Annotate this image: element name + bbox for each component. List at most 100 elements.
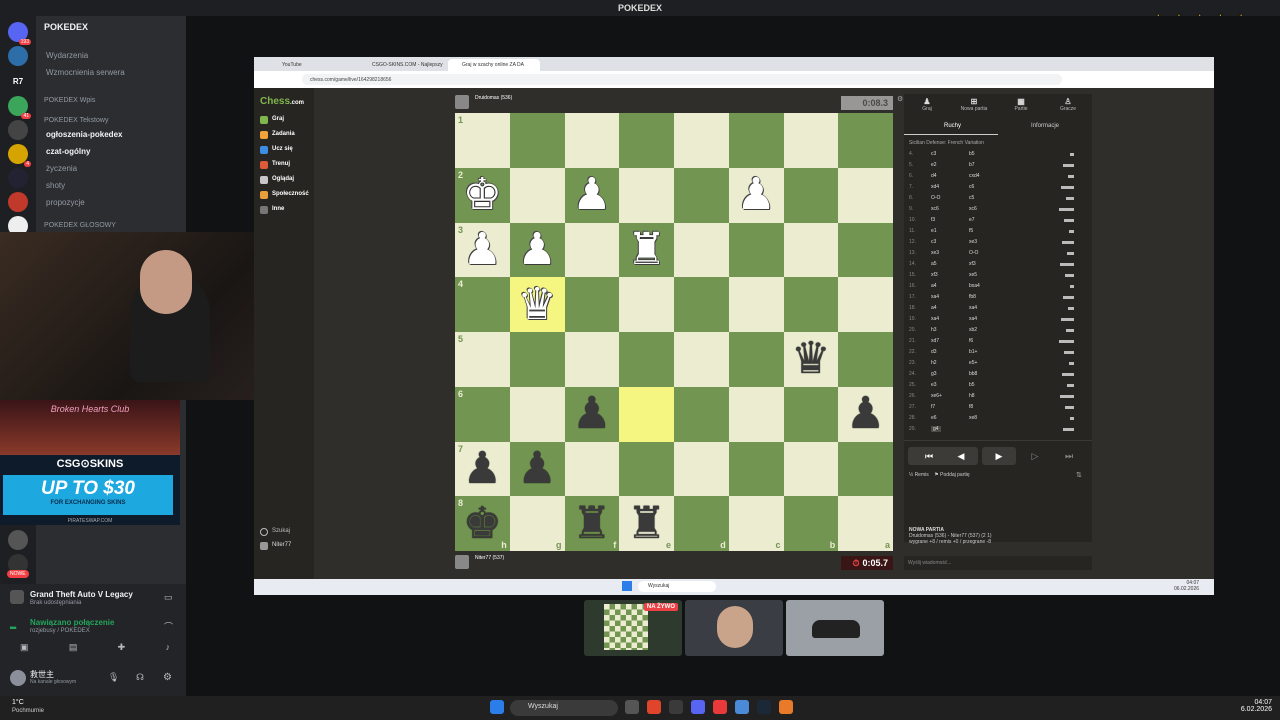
server-icon[interactable]: R7 (8, 71, 28, 91)
app-icon[interactable] (713, 700, 727, 714)
start-icon[interactable] (490, 700, 504, 714)
events-link[interactable]: Wydarzenia (46, 51, 88, 60)
nav-puzzles[interactable]: Zadania (260, 131, 295, 139)
server-icon[interactable] (8, 168, 28, 188)
white-move[interactable]: xa4 (931, 294, 939, 300)
board-square[interactable]: 5 (455, 332, 510, 387)
black-move[interactable]: xe8 (969, 415, 977, 421)
tab-csgo[interactable]: CSGO-SKINS.COM - Najlepszy (358, 59, 446, 71)
black-move[interactable]: xa4 (969, 305, 977, 311)
black-move[interactable]: xa4 (969, 316, 977, 322)
board-square[interactable] (619, 332, 674, 387)
tab-info[interactable]: Informacje (1031, 123, 1059, 129)
black-piece[interactable]: ♟ (463, 446, 502, 491)
white-piece[interactable]: ♟ (736, 173, 775, 217)
board-square[interactable] (674, 222, 729, 278)
black-move[interactable]: e5+ (969, 360, 977, 366)
black-move[interactable]: cxd4 (969, 173, 980, 179)
board-square[interactable] (619, 113, 674, 168)
server-icon[interactable]: 41 (8, 96, 31, 119)
nav-learn[interactable]: Ucz się (260, 146, 293, 154)
weather-temp[interactable]: 1°C (12, 699, 24, 706)
move-row[interactable]: 23. h2 e5+ (909, 360, 1084, 368)
board-square[interactable] (564, 441, 620, 497)
board-square[interactable]: ♟ (509, 222, 565, 278)
black-move[interactable]: e7 (969, 217, 975, 223)
url-input[interactable]: chess.com/game/live/164298218656 (302, 74, 1062, 85)
board-square[interactable] (674, 332, 729, 387)
tab-youtube[interactable]: YouTube (268, 59, 356, 71)
server-icon[interactable] (8, 192, 28, 212)
white-move[interactable]: a5 (931, 261, 937, 267)
avatar[interactable] (455, 95, 469, 109)
board-square[interactable] (564, 113, 620, 168)
channel-item[interactable]: życzenia (46, 164, 77, 173)
white-move[interactable]: xa4 (931, 316, 939, 322)
black-piece[interactable]: ♜ (572, 501, 611, 546)
tab-chess[interactable]: Graj w szachy online ZA DA (448, 59, 540, 71)
board-square[interactable] (509, 332, 565, 387)
white-move[interactable]: f3 (931, 217, 935, 223)
move-row[interactable]: 21. xd7 f6 (909, 338, 1084, 346)
nav-more[interactable]: Inne (260, 206, 284, 214)
opening-name[interactable]: Sicilian Defense: French Variation (909, 140, 984, 146)
black-move[interactable]: f5 (969, 228, 973, 234)
screen-share-icon[interactable]: ▤ (69, 642, 78, 658)
channel-item[interactable]: ogłoszenia-pokedex (46, 130, 122, 139)
board-square[interactable] (674, 277, 729, 332)
black-move[interactable]: xe3 (969, 239, 977, 245)
black-move[interactable]: xc6 (969, 206, 977, 212)
white-piece[interactable]: ♜ (627, 227, 666, 272)
board-square[interactable] (783, 113, 839, 168)
white-move[interactable]: c3 (931, 239, 936, 245)
white-move[interactable]: xe3 (931, 250, 939, 256)
black-move[interactable]: c5 (969, 195, 974, 201)
move-row[interactable]: 7. xd4 c6 (909, 184, 1084, 192)
black-piece[interactable]: ♟ (572, 392, 611, 436)
flip-icon[interactable]: ⇅ (1076, 471, 1082, 479)
board-square[interactable]: 1 (455, 113, 510, 168)
board-square[interactable] (728, 113, 784, 168)
black-move[interactable]: xf3 (969, 261, 976, 267)
task-view-icon[interactable] (625, 700, 639, 714)
board-square[interactable] (674, 167, 729, 223)
category-text[interactable]: POKEDEX Tekstowy (44, 117, 108, 124)
bottom-player-name[interactable]: Niter77 (537) (475, 555, 504, 561)
move-row[interactable]: 13. xe3 O-O (909, 250, 1084, 258)
board-square[interactable] (783, 167, 839, 223)
board-settings-icon[interactable]: ⚙ (897, 95, 903, 103)
nav-play[interactable]: Graj (260, 116, 284, 124)
move-row[interactable]: 11. e1 f5 (909, 228, 1084, 236)
white-move[interactable]: e6 (931, 415, 937, 421)
move-row[interactable]: 25. e3 b5 (909, 382, 1084, 390)
black-move[interactable]: b7 (969, 162, 975, 168)
board-square[interactable] (838, 332, 893, 387)
white-move[interactable]: h2 (931, 360, 937, 366)
move-row[interactable]: 26. xe6+ h8 (909, 393, 1084, 401)
gear-icon[interactable]: ⚙ (163, 672, 172, 683)
last-move-button[interactable]: ⏭ (1052, 447, 1086, 465)
category-posts[interactable]: POKEDEX Wpis (44, 97, 95, 104)
black-move[interactable]: bxa4 (969, 283, 980, 289)
connection-status[interactable]: Nawiązano połączenie (30, 618, 114, 627)
play-tab-button[interactable]: ♟ Graj (907, 97, 947, 112)
nav-train[interactable]: Trenuj (260, 161, 290, 169)
voice-channel[interactable]: rozjebusy / POKEDEX (30, 628, 90, 634)
top-player-name[interactable]: Druidomas (536) (475, 95, 512, 101)
board-square[interactable]: d (674, 496, 729, 551)
server-icon[interactable]: 193 (8, 22, 31, 45)
white-move[interactable]: f7 (931, 404, 935, 410)
white-move[interactable]: c3 (931, 151, 936, 157)
board-square[interactable]: ♟ (564, 167, 620, 223)
board-square[interactable]: ♟ (728, 167, 784, 223)
black-piece[interactable]: ♟ (517, 446, 556, 491)
board-square[interactable] (728, 277, 784, 332)
board-square[interactable] (838, 441, 893, 497)
board-square[interactable] (674, 386, 729, 442)
move-row[interactable]: 5. e2 b7 (909, 162, 1084, 170)
avatar[interactable] (455, 555, 469, 569)
black-move[interactable]: f8 (969, 404, 973, 410)
board-square[interactable]: c (728, 496, 784, 551)
nav-search[interactable]: Szukaj (260, 528, 290, 536)
black-move[interactable]: xe5 (969, 272, 977, 278)
